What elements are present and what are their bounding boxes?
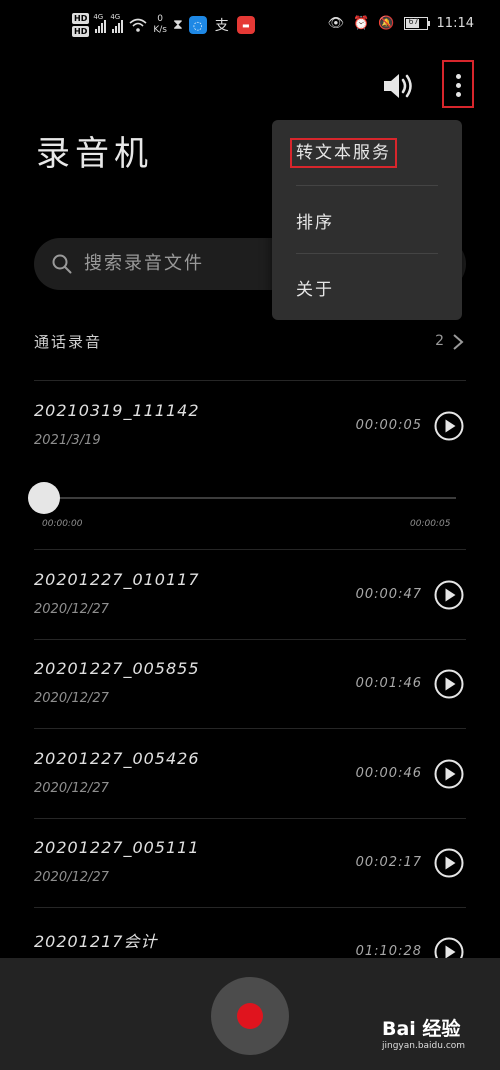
recording-duration: 00:00:46 — [355, 766, 422, 781]
recording-date: 2020/12/27 — [34, 870, 109, 885]
clock: 11:14 — [436, 16, 474, 31]
play-icon[interactable] — [434, 848, 464, 878]
recorder-screen: HD HD 4G 4G 0 K/s ⧗ ◌ 支 ▬ 👁 ⏰ 🔕 67 11:14… — [0, 0, 500, 1070]
network-speed: 0 K/s — [153, 14, 167, 35]
call-recordings-row[interactable]: 通话录音 2 — [34, 325, 466, 361]
play-icon[interactable] — [434, 669, 464, 699]
speaker-icon — [384, 74, 412, 98]
alipay-icon: 支 — [214, 18, 229, 34]
menu-divider — [296, 185, 438, 186]
call-recordings-count: 2 — [435, 333, 444, 349]
hourglass-icon: ⧗ — [172, 17, 183, 33]
divider — [34, 549, 466, 550]
recording-name: 20201227_005111 — [34, 838, 200, 857]
watermark-logo: Bai 经验 — [382, 1018, 461, 1040]
status-bar: HD HD 4G 4G 0 K/s ⧗ ◌ 支 ▬ 👁 ⏰ 🔕 67 11:14 — [0, 0, 500, 50]
hd-indicator: HD HD — [72, 13, 90, 37]
wifi-icon — [129, 18, 147, 32]
menu-item-transcribe[interactable]: 转文本服务 — [290, 138, 397, 168]
status-left: HD HD 4G 4G 0 K/s ⧗ ◌ 支 ▬ — [72, 13, 255, 37]
search-icon — [52, 254, 72, 274]
divider — [34, 380, 466, 381]
menu-divider — [296, 253, 438, 254]
recording-date: 2021/3/19 — [34, 433, 101, 448]
watermark: Bai 经验 jingyan.baidu.com — [382, 1014, 494, 1051]
playback-progress-thumb[interactable] — [28, 482, 60, 514]
transcribe-highlight[interactable]: 转文本服务 — [290, 138, 397, 168]
playback-total-time: 00:00:05 — [410, 519, 451, 529]
divider — [34, 818, 466, 819]
more-options-button[interactable] — [442, 60, 474, 108]
recording-name: 20210319_111142 — [34, 401, 200, 420]
search-input[interactable]: 搜索录音文件 — [84, 238, 204, 290]
more-icon — [456, 74, 461, 79]
recording-duration: 00:00:47 — [355, 587, 422, 602]
record-dot-icon — [237, 1003, 263, 1029]
app-notification-icon-2: ▬ — [236, 16, 255, 34]
recording-date: 2020/12/27 — [34, 602, 109, 617]
app-notification-icon-1: ◌ — [188, 16, 207, 34]
page-title: 录音机 — [36, 134, 153, 174]
overflow-menu: 转文本服务 排序 关于 — [272, 120, 462, 320]
speaker-button[interactable] — [381, 69, 417, 103]
battery-icon: 67 — [403, 17, 430, 30]
hd-label-1: HD — [72, 13, 90, 24]
watermark-url: jingyan.baidu.com — [382, 1041, 466, 1051]
status-right: 👁 ⏰ 🔕 67 11:14 — [328, 16, 474, 31]
play-icon[interactable] — [434, 759, 464, 789]
call-recordings-label: 通话录音 — [34, 333, 103, 351]
divider — [34, 728, 466, 729]
eye-icon: 👁 — [327, 16, 345, 31]
mute-icon: 🔕 — [378, 16, 395, 31]
menu-item-about[interactable]: 关于 — [296, 275, 334, 300]
alarm-icon: ⏰ — [353, 16, 370, 31]
signal-icon-2: 4G — [110, 13, 124, 33]
playback-current-time: 00:00:00 — [42, 519, 83, 529]
divider — [34, 907, 466, 908]
playback-progress-track[interactable] — [46, 497, 456, 499]
recording-duration: 00:01:46 — [355, 676, 422, 691]
recording-name: 20201217会计 — [34, 932, 158, 951]
signal-icon: 4G — [93, 13, 107, 33]
play-icon[interactable] — [434, 580, 464, 610]
recording-name: 20201227_010117 — [34, 570, 200, 589]
record-button[interactable] — [211, 977, 289, 1055]
chevron-right-icon — [453, 334, 464, 350]
recording-duration: 00:02:17 — [355, 855, 422, 870]
play-icon[interactable] — [434, 411, 464, 441]
recording-date: 2020/12/27 — [34, 781, 109, 796]
divider — [34, 639, 466, 640]
hd-label-2: HD — [72, 26, 90, 37]
recording-date: 2020/12/27 — [34, 691, 109, 706]
recording-name: 20201227_005426 — [34, 749, 200, 768]
menu-item-sort[interactable]: 排序 — [296, 208, 334, 233]
recording-duration: 00:00:05 — [355, 418, 422, 433]
recording-name: 20201227_005855 — [34, 659, 200, 678]
recording-duration: 01:10:28 — [355, 944, 422, 959]
